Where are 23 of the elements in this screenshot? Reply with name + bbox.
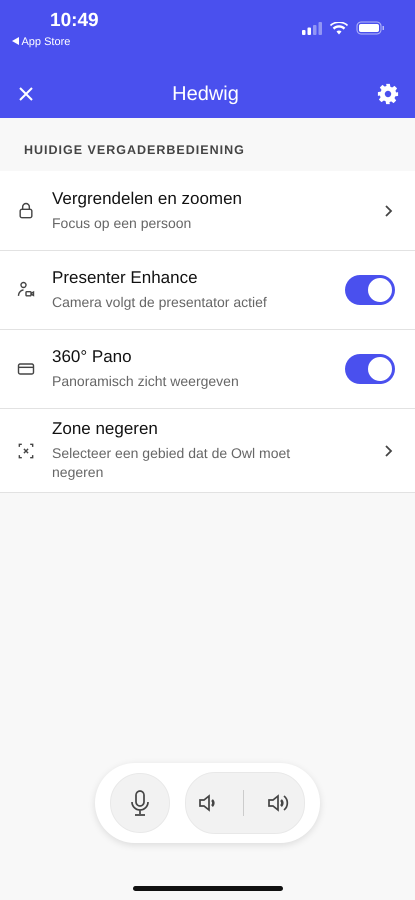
nav-title: Hedwig: [172, 82, 239, 106]
toggle-switch[interactable]: [345, 354, 395, 384]
item-title: Vergrendelen en zoomen: [52, 188, 243, 208]
back-to-app-link[interactable]: App Store: [12, 36, 99, 48]
item-title: 360° Pano: [52, 347, 133, 367]
microphone-icon: [128, 789, 152, 817]
item-subtitle: Selecteer een gebied dat de Owl moet negeren: [52, 444, 292, 482]
wifi-icon: [330, 22, 348, 34]
item-subtitle: Panoramisch zicht weergeven: [52, 372, 240, 391]
item-subtitle: Focus op een persoon: [52, 214, 192, 232]
crossed-frame-icon: [16, 440, 36, 460]
section-heading: HUIDIGE VERGADERBEDIENING: [23, 142, 246, 159]
microphone-button[interactable]: [110, 773, 170, 833]
signal-icon: [302, 22, 322, 34]
back-triangle-icon: [12, 37, 19, 45]
status-time: 10:49: [50, 10, 99, 32]
close-button[interactable]: [18, 86, 34, 102]
toggle-switch[interactable]: [345, 275, 395, 305]
settings-button[interactable]: [376, 83, 399, 105]
item-title: Zone negeren: [52, 419, 159, 439]
battery-icon: [356, 21, 385, 35]
item-title: Presenter Enhance: [52, 268, 199, 288]
item-subtitle: Camera volgt de presentator actief: [52, 293, 268, 312]
